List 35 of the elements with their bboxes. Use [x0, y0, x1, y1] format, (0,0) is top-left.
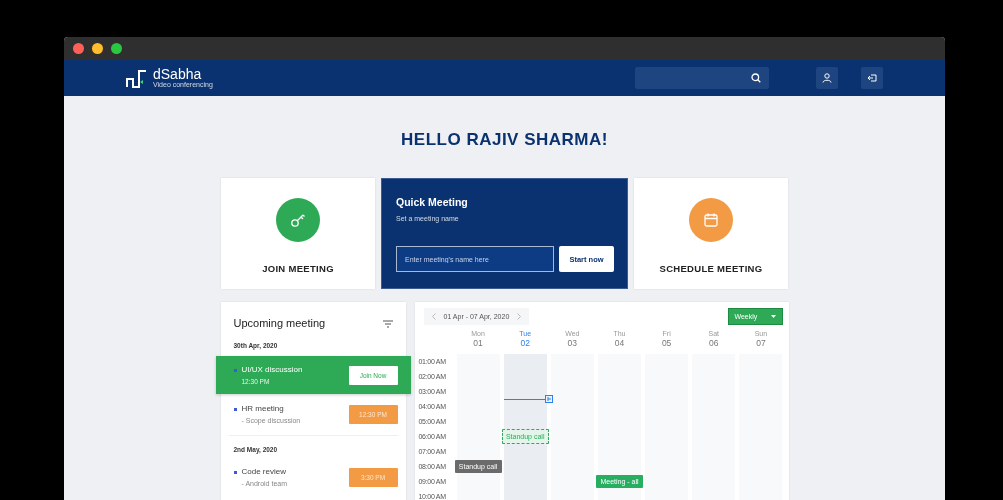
- card-label: SCHEDULE MEETING: [659, 263, 763, 274]
- minimize-icon[interactable]: [92, 43, 103, 54]
- logout-button[interactable]: [861, 67, 883, 89]
- key-icon: [276, 198, 320, 242]
- calendar-icon: [689, 198, 733, 242]
- schedule-meeting-card[interactable]: SCHEDULE MEETING: [634, 178, 788, 289]
- exit-icon: [867, 73, 877, 83]
- day-date: 07: [756, 338, 766, 348]
- day-date: 05: [661, 338, 672, 348]
- card-label: JOIN MEETING: [262, 263, 334, 274]
- meeting-title: HR meeting: [241, 404, 285, 413]
- brand-name: dSabha: [153, 67, 203, 81]
- day-date: 06: [709, 338, 719, 348]
- card-title: Quick Meeting: [396, 196, 469, 208]
- search-field[interactable]: [635, 67, 769, 89]
- caret-icon: [770, 315, 776, 318]
- greeting-heading: HELLO RAJIV SHARMA!: [401, 130, 608, 150]
- panel-title: Upcoming meeting: [233, 317, 326, 329]
- meeting-title: UI/UX discussion: [241, 365, 303, 374]
- bullet-icon: [233, 369, 237, 372]
- profile-button[interactable]: [816, 67, 838, 89]
- user-icon: [822, 73, 832, 83]
- join-meeting-card[interactable]: JOIN MEETING: [221, 178, 375, 289]
- meeting-title: Code review: [241, 467, 287, 476]
- day-date: 02: [520, 338, 530, 348]
- filter-icon[interactable]: [382, 320, 393, 328]
- logo-icon: [126, 68, 148, 88]
- search-icon: [751, 73, 761, 83]
- day-date: 03: [567, 338, 578, 348]
- bullet-icon: [233, 471, 237, 474]
- close-icon[interactable]: [73, 43, 84, 54]
- day-date: 04: [614, 338, 625, 348]
- day-date: 01: [473, 338, 483, 348]
- maximize-icon[interactable]: [111, 43, 122, 54]
- bullet-icon: [233, 408, 237, 411]
